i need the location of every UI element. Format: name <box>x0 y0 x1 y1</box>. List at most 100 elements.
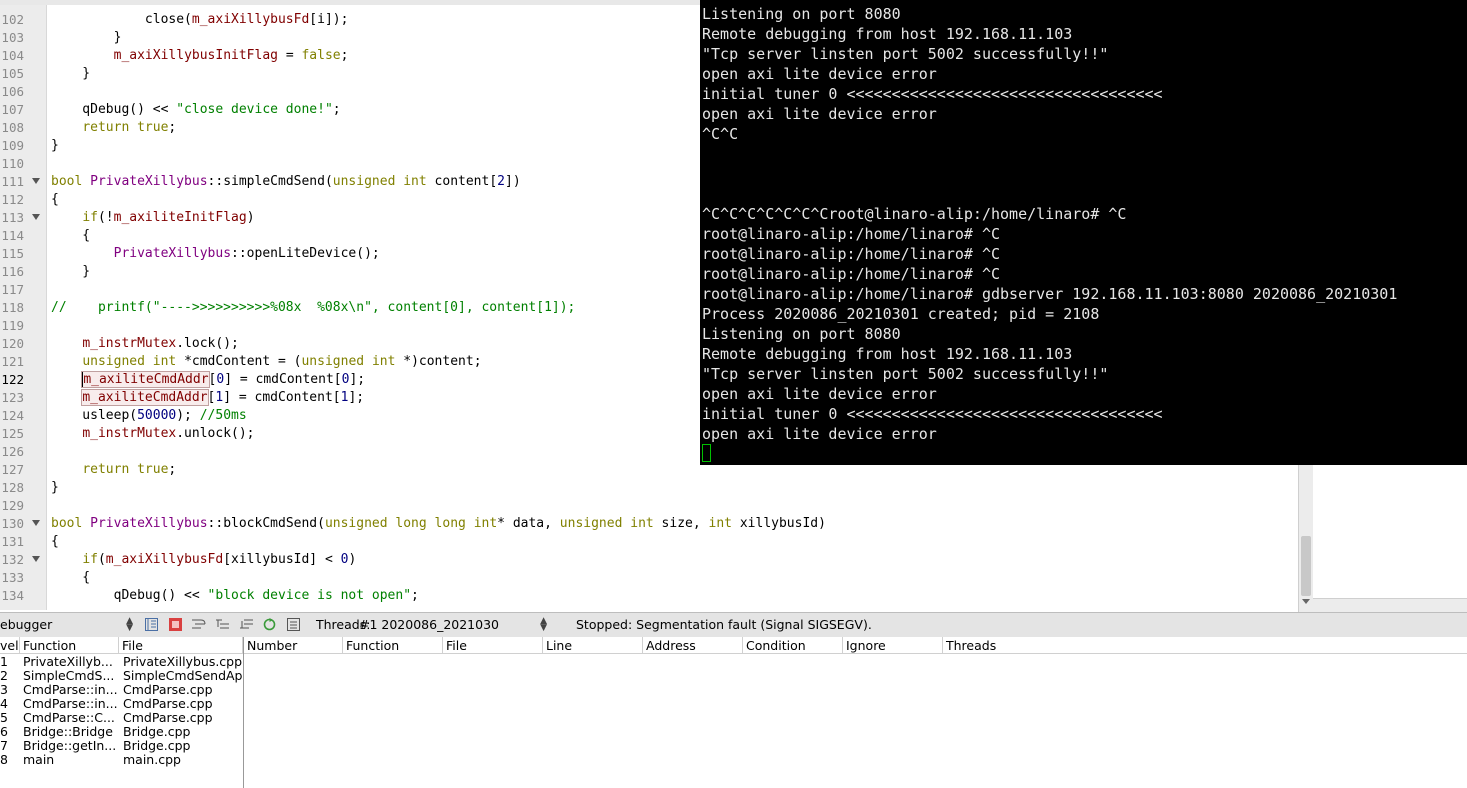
line-number: 119 <box>1 318 24 333</box>
code-text: } <box>51 480 59 495</box>
line-number: 104 <box>1 48 24 63</box>
terminal-line: open axi lite device error <box>702 105 937 123</box>
stack-frame-level: 4 <box>0 697 8 711</box>
stack-frame-function: CmdParse::C... <box>23 711 115 725</box>
editor-horizontal-scrollbar[interactable] <box>1313 598 1467 613</box>
line-number: 107 <box>1 102 24 117</box>
stack-frame-level: 5 <box>0 711 8 725</box>
line-number: 109 <box>1 138 24 153</box>
line-number: 105 <box>1 66 24 81</box>
code-line[interactable]: 128} <box>0 479 1298 497</box>
fold-arrow-icon[interactable] <box>32 520 40 526</box>
line-number: 103 <box>1 30 24 45</box>
stack-frame-row[interactable]: 1 PrivateXillyb... PrivateXillybus.cpp <box>0 655 243 669</box>
line-number: 121 <box>1 354 24 369</box>
line-number: 126 <box>1 444 24 459</box>
bp-header-condition[interactable]: Condition <box>743 637 843 654</box>
debugger-engine-select[interactable]: ebugger ▲ ▼ <box>0 616 137 634</box>
terminal-line: Remote debugging from host 192.168.11.10… <box>702 25 1073 43</box>
bp-header-function[interactable]: Function <box>343 637 443 654</box>
line-number: 112 <box>1 192 24 207</box>
step-into-icon[interactable] <box>216 618 229 631</box>
line-number: 128 <box>1 480 24 495</box>
stack-frame-row[interactable]: 6 Bridge::Bridge Bridge.cpp <box>0 725 243 739</box>
locate-icon[interactable] <box>145 618 158 631</box>
stack-frame-level: 2 <box>0 669 8 683</box>
line-number: 114 <box>1 228 24 243</box>
stack-frame-row[interactable]: 5 CmdParse::C... CmdParse.cpp <box>0 711 243 725</box>
step-out-icon[interactable] <box>240 618 253 631</box>
code-text: unsigned int *cmdContent = (unsigned int… <box>82 354 482 369</box>
code-text: m_axiliteCmdAddr[1] = cmdContent[1]; <box>81 389 365 406</box>
stack-frame-file: main.cpp <box>123 753 181 767</box>
debugger-status: Stopped: Segmentation fault (Signal SIGS… <box>576 617 872 632</box>
code-line[interactable]: 131 { <box>0 533 1298 551</box>
terminal-line: initial tuner 0 <<<<<<<<<<<<<<<<<<<<<<<<… <box>702 405 1163 423</box>
fold-arrow-icon[interactable] <box>32 214 40 220</box>
stack-frame-function: Bridge::Bridge <box>23 725 113 739</box>
line-number: 115 <box>1 246 24 261</box>
code-text: qDebug() << "block device is not open"; <box>51 588 419 603</box>
scroll-down-icon[interactable] <box>1302 599 1310 604</box>
updown-arrows-icon: ▲ ▼ <box>540 616 547 633</box>
stack-frame-file: CmdParse.cpp <box>123 711 213 725</box>
stack-frame-row[interactable]: 3 CmdParse::in... CmdParse.cpp <box>0 683 243 697</box>
updown-arrows-icon: ▲ ▼ <box>126 616 133 633</box>
stack-frame-function: CmdParse::in... <box>23 697 117 711</box>
terminal-line: initial tuner 0 <<<<<<<<<<<<<<<<<<<<<<<<… <box>702 85 1163 103</box>
bp-header-ignore[interactable]: Ignore <box>843 637 943 654</box>
stop-icon[interactable] <box>169 618 182 631</box>
fold-arrow-icon[interactable] <box>32 178 40 184</box>
code-text: // printf("---->>>>>>>>>>%08x %08x\n", c… <box>51 300 576 315</box>
bp-header-file[interactable]: File <box>443 637 543 654</box>
line-number: 106 <box>1 84 24 99</box>
threads-select[interactable]: #1 2020086_2021030 ▲ ▼ <box>359 616 549 634</box>
code-line[interactable]: 132 if(m_axiXillybusFd[xillybusId] < 0) <box>0 551 1298 569</box>
code-line[interactable]: 133 { <box>0 569 1298 587</box>
terminal-window[interactable]: Listening on port 8080 Remote debugging f… <box>700 0 1467 465</box>
terminal-line: "Tcp server linsten port 5002 successful… <box>702 365 1109 383</box>
line-number: 120 <box>1 336 24 351</box>
stack-frame-function: CmdParse::in... <box>23 683 117 697</box>
bp-header-threads[interactable]: Threads <box>943 637 1467 654</box>
line-number: 118 <box>1 300 24 315</box>
terminal-line: ^C^C <box>702 125 739 143</box>
stack-frame-file: CmdParse.cpp <box>123 683 213 697</box>
code-line[interactable]: 130 bool PrivateXillybus::blockCmdSend(un… <box>0 515 1298 533</box>
stack-frame-row[interactable]: 4 CmdParse::in... CmdParse.cpp <box>0 697 243 711</box>
line-number: 111 <box>1 174 24 189</box>
code-text: { <box>51 192 59 207</box>
terminal-cursor <box>702 444 711 462</box>
terminal-line: ^C^C^C^C^C^C^Croot@linaro-alip:/home/lin… <box>702 205 1127 223</box>
line-number: 132 <box>1 552 24 567</box>
code-text: qDebug() << "close device done!"; <box>51 102 341 117</box>
stack-header-file[interactable]: File <box>119 637 243 654</box>
code-line[interactable]: 134 qDebug() << "block device is not ope… <box>0 587 1298 605</box>
stack-header-function[interactable]: Function <box>20 637 119 654</box>
line-number: 108 <box>1 120 24 135</box>
stack-frame-row[interactable]: 7 Bridge::getIn... Bridge.cpp <box>0 739 243 753</box>
stack-header-level[interactable]: vel <box>0 637 20 654</box>
line-number: 130 <box>1 516 24 531</box>
code-line[interactable]: 129 <box>0 497 1298 515</box>
code-text: } <box>51 264 91 279</box>
code-text: } <box>51 30 122 45</box>
bp-header-address[interactable]: Address <box>643 637 743 654</box>
scrollbar-thumb[interactable] <box>1301 536 1311 596</box>
line-number: 102 <box>1 12 24 27</box>
stack-frame-row[interactable]: 8 main main.cpp <box>0 753 243 767</box>
code-text: { <box>51 570 91 585</box>
debugger-toolbar: ebugger ▲ ▼ Threads: #1 2020086_2021030 ▲… <box>0 612 1467 638</box>
fold-arrow-icon[interactable] <box>32 556 40 562</box>
bp-header-line[interactable]: Line <box>543 637 643 654</box>
stack-frame-level: 7 <box>0 739 8 753</box>
line-number: 124 <box>1 408 24 423</box>
step-over-icon[interactable] <box>192 618 206 631</box>
stack-frame-row[interactable]: 2 SimpleCmdS... SimpleCmdSendApi. <box>0 669 243 683</box>
restart-icon[interactable] <box>263 618 276 631</box>
code-text: bool PrivateXillybus::simpleCmdSend(unsi… <box>51 174 521 189</box>
bp-header-number[interactable]: Number <box>244 637 343 654</box>
operate-by-instruction-icon[interactable] <box>287 618 300 631</box>
stack-frame-file: Bridge.cpp <box>123 739 191 753</box>
line-number: 113 <box>1 210 24 225</box>
